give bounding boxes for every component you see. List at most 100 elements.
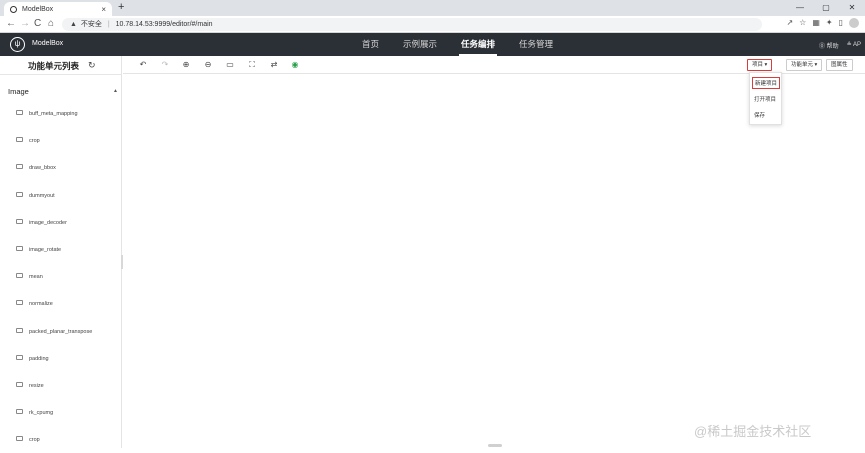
minimize-button[interactable]: — xyxy=(787,0,813,16)
extensions-puzzle-icon[interactable]: ✦ xyxy=(826,18,833,28)
project-menu: 新建项目 打开项目 保存 xyxy=(749,72,782,125)
reload-icon[interactable]: C xyxy=(34,18,41,29)
unit-label: padding xyxy=(29,355,49,362)
unit-icon xyxy=(16,191,23,197)
browser-tabstrip: ModelBox × + — ▢ ✕ xyxy=(0,0,865,16)
unit-icon xyxy=(16,300,23,306)
home-icon[interactable]: ⌂ xyxy=(48,18,54,29)
fit-view-icon[interactable]: ▭ xyxy=(224,59,236,71)
user-menu[interactable]: ≗ AP xyxy=(847,41,861,50)
side-panel-icon[interactable]: ▯ xyxy=(839,18,843,28)
unit-label: buff_meta_mapping xyxy=(29,111,78,117)
back-icon[interactable]: ← xyxy=(6,18,16,29)
nav-task-orchestration[interactable]: 任务编排 xyxy=(449,33,507,56)
horizontal-scrollbar[interactable] xyxy=(488,444,502,447)
unit-label: rk_cpumg xyxy=(29,410,54,417)
nav-task-management[interactable]: 任务管理 xyxy=(507,33,565,56)
app-header: ψ ModelBox 首页 示例展示 任务编排 任务管理 ⓪ 帮助 ≗ AP xyxy=(0,33,865,56)
nav-home[interactable]: 首页 xyxy=(350,33,391,56)
help-link[interactable]: ⓪ 帮助 xyxy=(819,41,839,50)
bookmark-star-icon[interactable]: ☆ xyxy=(799,18,806,28)
modelbox-favicon-icon xyxy=(10,5,17,13)
unit-item[interactable]: crop xyxy=(0,127,121,154)
unit-item[interactable]: padding xyxy=(0,345,121,372)
unit-icon xyxy=(16,137,23,143)
maximize-button[interactable]: ▢ xyxy=(813,0,839,16)
browser-toolbar-icons: ↗ ☆ ▦ ✦ ▯ xyxy=(786,18,859,28)
browser-address-bar: ← → C ⌂ ▲ 不安全 | 10.78.14.53:9999/editor/… xyxy=(0,16,865,33)
brand-name: ModelBox xyxy=(32,40,64,47)
collapse-caret-icon[interactable]: ▲ xyxy=(113,88,118,94)
unit-icon xyxy=(16,110,23,115)
unit-icon xyxy=(16,218,23,224)
forward-icon[interactable]: → xyxy=(20,18,30,29)
unit-item[interactable]: resize xyxy=(0,372,121,399)
unit-label: resize xyxy=(29,382,44,389)
refresh-icon[interactable]: ↻ xyxy=(88,60,96,71)
menu-item-open-project[interactable]: 打开项目 xyxy=(754,95,776,103)
window-controls: — ▢ ✕ xyxy=(787,0,865,16)
category-label: Image xyxy=(8,87,29,96)
function-unit-dropdown-button[interactable]: 功能单元 ▾ xyxy=(786,59,823,71)
unit-icon xyxy=(16,273,23,279)
unit-label: dummyout xyxy=(29,192,55,199)
zoom-in-icon[interactable]: ⊕ xyxy=(180,59,192,71)
redo-icon[interactable]: ↷ xyxy=(159,59,171,71)
new-tab-button[interactable]: + xyxy=(118,1,124,13)
sidebar-divider xyxy=(0,74,121,75)
unit-label: crop xyxy=(29,138,40,145)
project-dropdown-button[interactable]: 项目 ▾ xyxy=(747,59,773,71)
not-secure-icon: ▲ xyxy=(70,21,77,28)
browser-tab[interactable]: ModelBox × xyxy=(4,2,112,16)
watermark: @稀土掘金技术社区 xyxy=(694,424,812,439)
unit-label: mean xyxy=(29,274,43,281)
graph-canvas[interactable] xyxy=(123,75,865,448)
unit-icon xyxy=(16,327,23,333)
tab-close-icon[interactable]: × xyxy=(101,5,106,14)
extension-grid-icon[interactable]: ▦ xyxy=(812,18,820,28)
function-unit-sidebar: 功能单元列表 ↻ Image ▲ buff_meta_mapping crop … xyxy=(0,56,122,448)
unit-icon xyxy=(16,164,23,170)
unit-icon xyxy=(16,245,23,251)
swap-icon[interactable]: ⇄ xyxy=(268,59,280,71)
not-secure-label: 不安全 xyxy=(80,21,102,28)
share-icon[interactable]: ↗ xyxy=(786,18,793,28)
url-field[interactable]: ▲ 不安全 | 10.78.14.53:9999/editor/#/main xyxy=(62,18,762,31)
unit-item[interactable]: normalize xyxy=(0,290,121,317)
unit-label: crop xyxy=(29,437,40,444)
unit-item[interactable]: buff_meta_mapping xyxy=(0,100,121,127)
sidebar-title: 功能单元列表 xyxy=(28,61,80,71)
unit-item[interactable]: image_rotate xyxy=(0,236,121,263)
fullscreen-icon[interactable]: ⛶ xyxy=(246,59,258,71)
unit-icon xyxy=(16,381,23,387)
main-nav: 首页 示例展示 任务编排 任务管理 xyxy=(350,33,565,56)
unit-label: draw_bbox xyxy=(29,165,56,172)
unit-item[interactable]: packed_planar_transpose xyxy=(0,318,121,345)
menu-item-save[interactable]: 保存 xyxy=(754,111,765,119)
unit-label: packed_planar_transpose xyxy=(29,328,93,335)
zoom-out-icon[interactable]: ⊖ xyxy=(202,59,214,71)
url-text: 10.78.14.53:9999/editor/#/main xyxy=(115,21,213,28)
modelbox-logo-icon: ψ xyxy=(10,37,25,52)
unit-label: image_rotate xyxy=(29,246,62,253)
unit-icon xyxy=(16,409,23,415)
unit-icon xyxy=(16,354,23,360)
unit-list: buff_meta_mapping crop draw_bbox dummyou… xyxy=(0,100,121,453)
menu-item-new-project[interactable]: 新建项目 xyxy=(752,77,781,89)
undo-icon[interactable]: ↶ xyxy=(137,59,149,71)
unit-item[interactable]: rk_cpumg xyxy=(0,399,121,426)
window-close-button[interactable]: ✕ xyxy=(839,0,865,16)
unit-item[interactable]: crop xyxy=(0,426,121,453)
unit-item[interactable]: draw_bbox xyxy=(0,154,121,181)
run-icon[interactable]: ◉ xyxy=(289,59,301,71)
nav-examples[interactable]: 示例展示 xyxy=(391,33,449,56)
unit-item[interactable]: dummyout xyxy=(0,182,121,209)
unit-item[interactable]: image_decoder xyxy=(0,209,121,236)
profile-avatar[interactable] xyxy=(849,18,859,28)
header-actions: ⓪ 帮助 ≗ AP xyxy=(819,41,861,50)
unit-label: image_decoder xyxy=(29,219,67,226)
category-image[interactable]: Image ▲ xyxy=(8,87,118,96)
graph-properties-button[interactable]: 图属性 xyxy=(826,59,853,71)
unit-item[interactable]: mean xyxy=(0,263,121,290)
browser-tab-title: ModelBox xyxy=(22,5,54,13)
